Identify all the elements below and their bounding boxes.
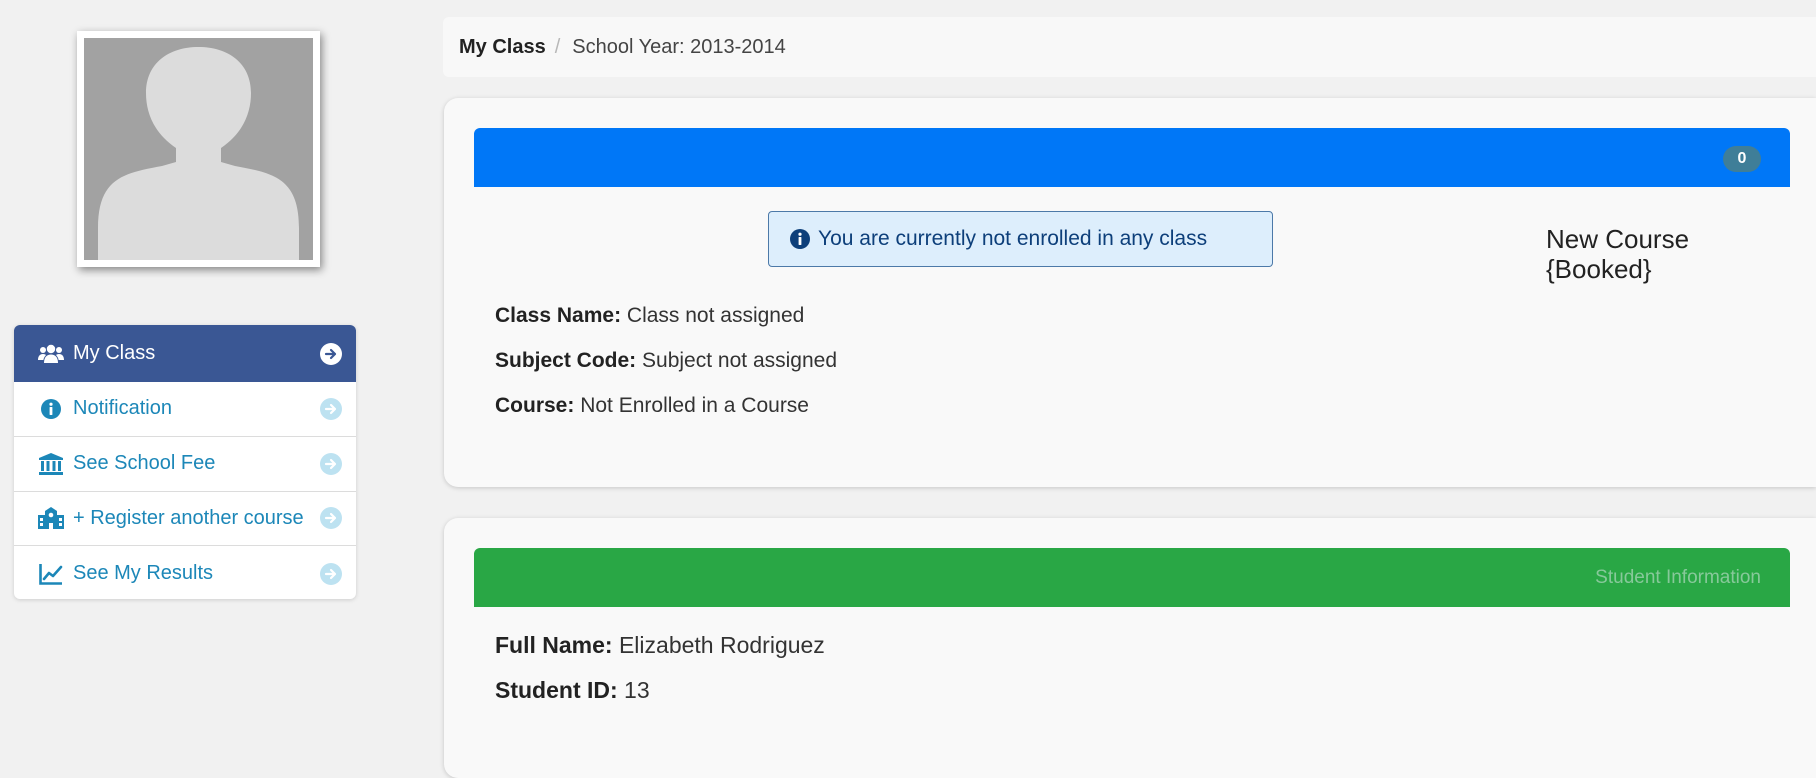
student-id-row: Student ID: 13 xyxy=(495,677,650,704)
subject-code-row: Subject Code: Subject not assigned xyxy=(495,349,837,373)
sidebar-item-school-fee[interactable]: See School Fee xyxy=(14,437,356,492)
arrow-right-circle-icon xyxy=(320,342,342,365)
field-value: Subject not assigned xyxy=(642,349,837,372)
breadcrumb-separator: / xyxy=(554,35,561,58)
info-circle-icon xyxy=(789,228,811,250)
breadcrumb-current[interactable]: My Class xyxy=(459,36,546,59)
users-icon xyxy=(36,341,66,367)
field-value: Class not assigned xyxy=(626,304,805,327)
field-label: Subject Code: xyxy=(495,349,637,372)
student-card-header: Student Information xyxy=(474,548,1790,607)
field-value: Elizabeth Rodriguez xyxy=(618,632,825,658)
arrow-right-circle-icon xyxy=(320,562,342,585)
course-row: Course: Not Enrolled in a Course xyxy=(495,394,809,418)
sidebar-menu: My Class Notification See School Fee + R… xyxy=(14,325,356,599)
not-enrolled-alert: You are currently not enrolled in any cl… xyxy=(768,211,1273,267)
bank-icon xyxy=(36,451,66,477)
class-name-row: Class Name: Class not assigned xyxy=(495,304,804,328)
count-badge: 0 xyxy=(1723,146,1761,172)
student-info-title: Student Information xyxy=(1595,567,1761,588)
profile-avatar xyxy=(77,31,320,267)
breadcrumb-school-year: School Year: 2013-2014 xyxy=(572,35,786,58)
breadcrumb: My Class / School Year: 2013-2014 xyxy=(443,17,1816,77)
class-card: 0 You are currently not enrolled in any … xyxy=(444,98,1816,487)
sidebar-item-label: + Register another course xyxy=(73,506,304,529)
sidebar-item-notification[interactable]: Notification xyxy=(14,382,356,437)
sidebar-item-register-course[interactable]: + Register another course xyxy=(14,492,356,547)
sidebar-item-label: See My Results xyxy=(73,562,214,585)
field-value: Not Enrolled in a Course xyxy=(580,394,809,417)
arrow-right-circle-icon xyxy=(320,507,342,530)
sidebar-item-my-class[interactable]: My Class xyxy=(14,325,356,382)
arrow-right-circle-icon xyxy=(320,397,342,420)
info-circle-icon xyxy=(36,396,66,422)
student-card: Student Information Full Name: Elizabeth… xyxy=(444,518,1816,778)
school-icon xyxy=(36,505,66,531)
full-name-row: Full Name: Elizabeth Rodriguez xyxy=(495,632,825,659)
sidebar-item-label: See School Fee xyxy=(73,452,216,475)
new-course-status: New Course {Booked} xyxy=(1546,224,1689,284)
alert-text: You are currently not enrolled in any cl… xyxy=(818,227,1208,250)
sidebar-item-results[interactable]: See My Results xyxy=(14,546,356,599)
sidebar-item-label: My Class xyxy=(73,342,156,364)
field-label: Course: xyxy=(495,394,575,417)
line-chart-icon xyxy=(36,561,66,587)
class-card-header: 0 xyxy=(474,128,1790,187)
field-value: 13 xyxy=(624,677,650,703)
field-label: Student ID: xyxy=(495,677,618,703)
field-label: Full Name: xyxy=(495,632,613,658)
new-course-booked: {Booked} xyxy=(1546,254,1652,284)
avatar-placeholder-icon xyxy=(84,38,313,260)
arrow-right-circle-icon xyxy=(320,452,342,475)
sidebar-item-label: Notification xyxy=(73,397,172,420)
new-course-label: New Course xyxy=(1546,224,1690,254)
field-label: Class Name: xyxy=(495,304,622,327)
